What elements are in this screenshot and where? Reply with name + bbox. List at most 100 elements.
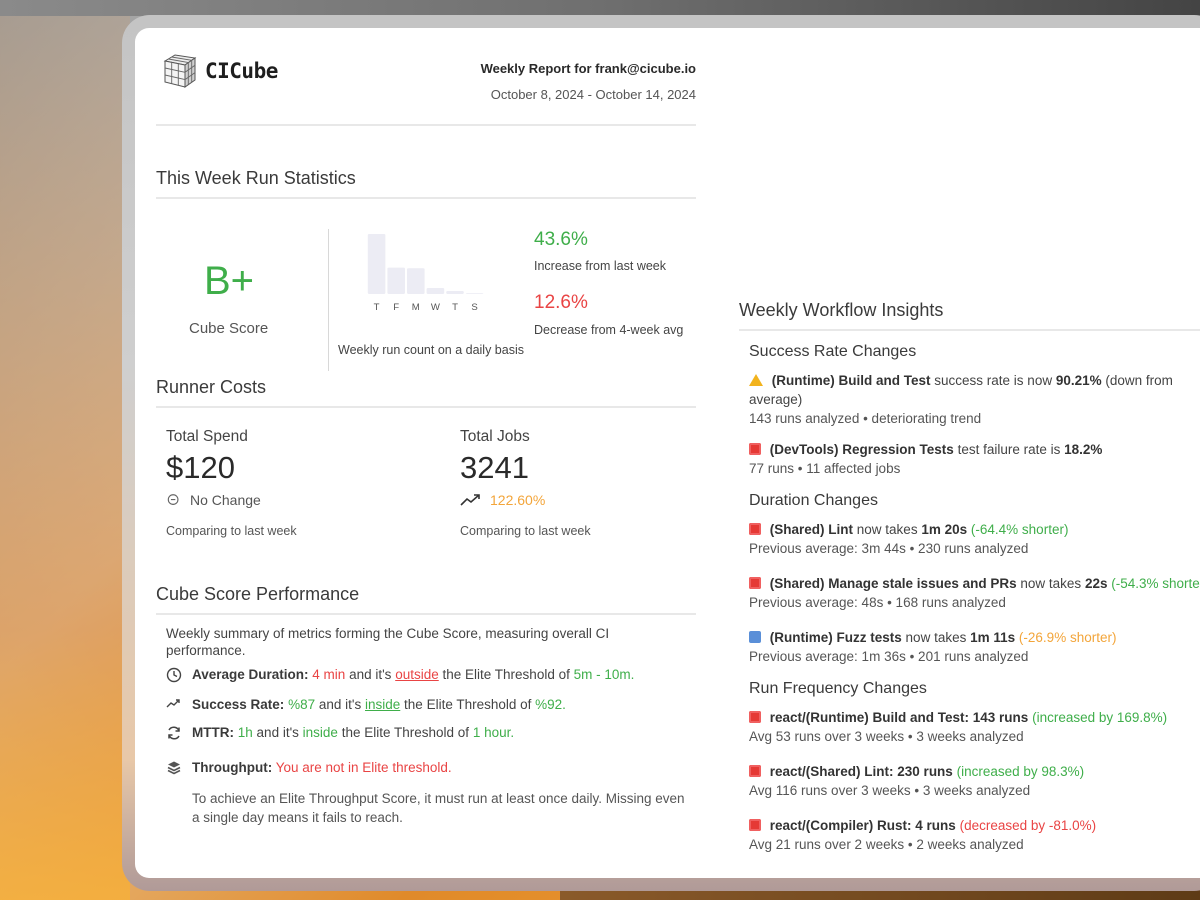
clock-icon — [166, 667, 182, 683]
red-alert-icon — [749, 443, 761, 455]
total-spend-value: $120 — [166, 450, 235, 485]
decrease-label: Decrease from 4-week avg — [534, 323, 684, 337]
insight-item: react/(Shared) Lint: 230 runs (increased… — [749, 762, 1200, 800]
report-title: Weekly Report for frank@cicube.io — [480, 61, 696, 76]
info-icon — [749, 631, 761, 643]
bar-label-1: F — [393, 302, 399, 313]
red-alert-icon — [749, 765, 761, 777]
metric-threshold: 1 hour. — [472, 725, 515, 740]
workflow-name: react/(Shared) Lint: 230 runs — [769, 764, 953, 779]
insight-item: (Runtime) Fuzz tests now takes 1m 11s (-… — [749, 628, 1200, 666]
metric-text: and it's — [349, 667, 392, 682]
insight-item: (Shared) Manage stale issues and PRs now… — [749, 574, 1200, 612]
metric-status: inside — [365, 697, 401, 712]
subsection-title: Success Rate Changes — [749, 343, 917, 360]
spend-note: Comparing to last week — [166, 524, 297, 538]
workflow-name: (Shared) Manage stale issues and PRs — [769, 576, 1017, 591]
insight-text: (down from — [1105, 373, 1173, 388]
metric-success-rate: Success Rate: %87 and it's inside the El… — [166, 696, 686, 715]
insight-text: now takes — [905, 630, 967, 645]
background-glow — [0, 0, 130, 900]
metric-text: the Elite Threshold of — [404, 697, 532, 712]
metric-status: You are not in Elite threshold. — [275, 760, 452, 775]
workflow-name: react/(Compiler) Rust: 4 runs — [769, 818, 956, 833]
daily-run-bar-chart: TFMWTS — [367, 234, 484, 313]
metric-average-duration: Average Duration: 4 min and it's outside… — [166, 666, 686, 687]
warning-icon — [749, 374, 763, 386]
subsection-title: Run Frequency Changes — [749, 680, 927, 697]
metric-status: outside — [395, 667, 439, 682]
increase-label: Increase from last week — [534, 259, 666, 273]
insight-sub: Avg 53 runs over 3 weeks • 3 weeks analy… — [749, 729, 1024, 744]
insight-item: (DevTools) Regression Tests test failure… — [749, 440, 1200, 478]
metric-threshold: 5m - 10m. — [573, 667, 635, 682]
costs-body: Total Spend $120 No Change Comparing to … — [156, 408, 696, 584]
increase-value: 43.6% — [534, 229, 588, 250]
logo-text: CICube — [205, 59, 278, 83]
insight-value: 22s — [1084, 576, 1108, 591]
metric-value: 4 min — [312, 667, 346, 682]
bar-5 — [465, 293, 484, 294]
section-title: Weekly Workflow Insights — [739, 300, 1200, 331]
metric-text: and it's — [318, 697, 362, 712]
total-jobs-label: Total Jobs — [460, 428, 530, 445]
total-jobs-card: Total Jobs 3241 122.60% Comparing to las… — [460, 428, 720, 538]
insight-item: react/(Compiler) Rust: 4 runs (decreased… — [749, 816, 1200, 854]
insight-item: (Shared) Lint now takes 1m 20s (-64.4% s… — [749, 520, 1200, 558]
bar-0 — [367, 234, 386, 294]
performance-body: Weekly summary of metrics forming the Cu… — [156, 615, 696, 827]
insight-change: (increased by 98.3%) — [956, 764, 1085, 779]
insight-change: (decreased by -81.0%) — [959, 818, 1097, 833]
left-column: CICube Weekly Report for frank@cicube.io… — [156, 28, 696, 827]
section-title: This Week Run Statistics — [156, 168, 696, 199]
layers-icon — [167, 761, 181, 775]
metric-value: %87 — [288, 697, 316, 712]
red-alert-icon — [749, 577, 761, 589]
cube-score-label: Cube Score — [189, 320, 269, 337]
total-spend-card: Total Spend $120 No Change Comparing to … — [166, 428, 426, 538]
insight-change: (-26.9% shorter) — [1018, 630, 1117, 645]
total-jobs-value: 3241 — [460, 450, 529, 485]
bar-3 — [426, 288, 445, 294]
metric-status: inside — [302, 725, 338, 740]
metric-text: and it's — [256, 725, 299, 740]
decrease-value: 12.6% — [534, 292, 588, 313]
red-alert-icon — [749, 711, 761, 723]
jobs-change-text: 122.60% — [490, 492, 546, 508]
insights-body: Success Rate Changes (Runtime) Build and… — [739, 343, 1200, 854]
report-card: CICube Weekly Report for frank@cicube.io… — [135, 28, 1200, 878]
metric-threshold: %92. — [535, 697, 566, 712]
metric-throughput: Throughput: You are not in Elite thresho… — [166, 759, 686, 780]
bar-label-0: T — [374, 302, 380, 313]
stats-body: B+ Cube Score TFMWTS Weekly run count on… — [156, 199, 696, 377]
section-title: Runner Costs — [156, 377, 696, 408]
report-header: CICube Weekly Report for frank@cicube.io… — [156, 28, 696, 126]
insight-change: (increased by 169.8%) — [1032, 710, 1168, 725]
workflow-name: (Runtime) Fuzz tests — [769, 630, 902, 645]
bar-4 — [446, 291, 464, 294]
right-column: Weekly Workflow Insights Success Rate Ch… — [739, 28, 1200, 866]
insight-item: (Runtime) Build and Test success rate is… — [749, 371, 1200, 428]
insight-text: now takes — [856, 522, 918, 537]
spend-change: No Change — [166, 492, 426, 508]
metric-label: Average Duration: — [192, 667, 309, 682]
insight-text: test failure rate is — [957, 442, 1061, 457]
cube-score-performance-section: Cube Score Performance Weekly summary of… — [156, 584, 696, 827]
metric-value: 1h — [237, 725, 253, 740]
refresh-icon — [168, 726, 180, 740]
insight-value: 18.2% — [1064, 442, 1103, 457]
insight-item: react/(Runtime) Build and Test: 143 runs… — [749, 708, 1200, 746]
chart-caption: Weekly run count on a daily basis — [338, 343, 524, 357]
insight-value: 1m 11s — [970, 630, 1016, 645]
workflow-name: react/(Runtime) Build and Test: 143 runs — [769, 710, 1029, 725]
cube-logo-icon — [163, 54, 197, 88]
insight-sub: 77 runs • 11 affected jobs — [749, 461, 901, 476]
red-alert-icon — [749, 523, 761, 535]
insight-sub: Avg 116 runs over 3 weeks • 3 weeks anal… — [749, 783, 1031, 798]
logo: CICube — [161, 52, 278, 90]
trending-up-icon — [460, 494, 480, 506]
insight-sub: Previous average: 1m 36s • 201 runs anal… — [749, 649, 1029, 664]
spend-change-text: No Change — [190, 492, 261, 508]
bar-2 — [407, 268, 425, 294]
divider — [328, 229, 329, 371]
